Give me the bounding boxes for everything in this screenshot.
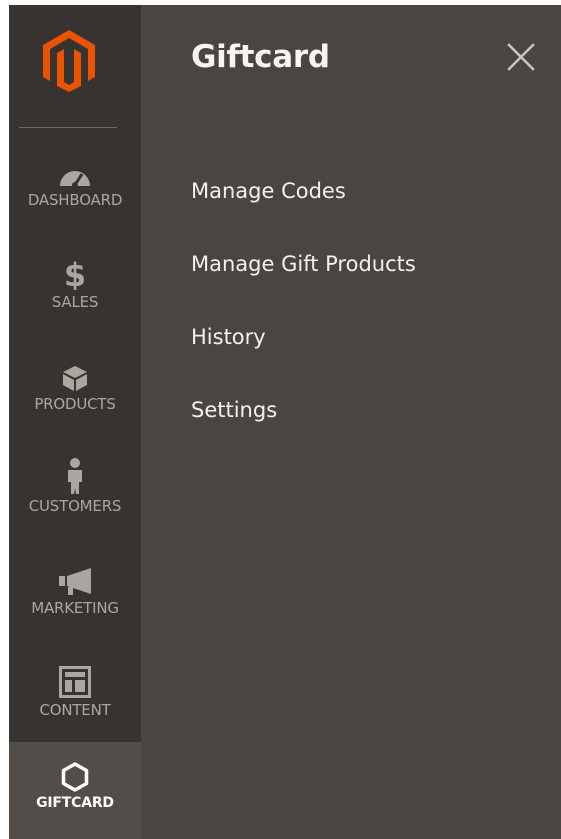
submenu-panel: Giftcard Manage Codes Manage Gift Produc… — [141, 5, 561, 839]
sidebar-item-dashboard[interactable]: DASHBOARD — [9, 138, 141, 234]
sidebar-item-products[interactable]: PRODUCTS — [9, 342, 141, 438]
sidebar-item-label: GIFTCARD — [36, 795, 114, 811]
menu-item-history[interactable]: History — [191, 321, 416, 394]
sidebar-item-label: CUSTOMERS — [28, 497, 122, 515]
admin-sidebar: DASHBOARD $ SALES PRODUCTS CUSTOMERS MAR… — [9, 5, 141, 839]
layout-icon — [59, 662, 91, 698]
admin-frame: DASHBOARD $ SALES PRODUCTS CUSTOMERS MAR… — [9, 5, 561, 839]
megaphone-icon — [57, 560, 93, 596]
sidebar-item-customers[interactable]: CUSTOMERS — [9, 444, 141, 540]
menu-item-manage-codes[interactable]: Manage Codes — [191, 175, 416, 248]
svg-text:$: $ — [64, 258, 86, 290]
magento-logo[interactable] — [39, 27, 99, 95]
sidebar-item-label: SALES — [51, 293, 99, 311]
hexagon-icon — [61, 756, 89, 792]
sidebar-item-sales[interactable]: $ SALES — [9, 240, 141, 336]
sidebar-item-label: CONTENT — [39, 701, 111, 719]
person-icon — [65, 458, 85, 494]
sidebar-item-giftcard[interactable]: GIFTCARD — [9, 742, 141, 839]
dollar-icon: $ — [64, 254, 86, 290]
menu-item-manage-gift-products[interactable]: Manage Gift Products — [191, 248, 416, 321]
sidebar-divider — [19, 127, 117, 128]
sidebar-item-label: DASHBOARD — [27, 191, 123, 209]
box-icon — [61, 356, 89, 392]
magento-logo-icon — [43, 30, 95, 92]
submenu-list: Manage Codes Manage Gift Products Histor… — [191, 175, 416, 467]
sidebar-item-marketing[interactable]: MARKETING — [9, 546, 141, 642]
sidebar-item-content[interactable]: CONTENT — [9, 648, 141, 744]
sidebar-item-label: PRODUCTS — [34, 395, 116, 413]
sidebar-item-label: MARKETING — [31, 599, 119, 617]
speedometer-icon — [58, 152, 92, 188]
close-icon[interactable] — [505, 41, 537, 73]
menu-item-settings[interactable]: Settings — [191, 394, 416, 467]
panel-title: Giftcard — [191, 39, 330, 75]
